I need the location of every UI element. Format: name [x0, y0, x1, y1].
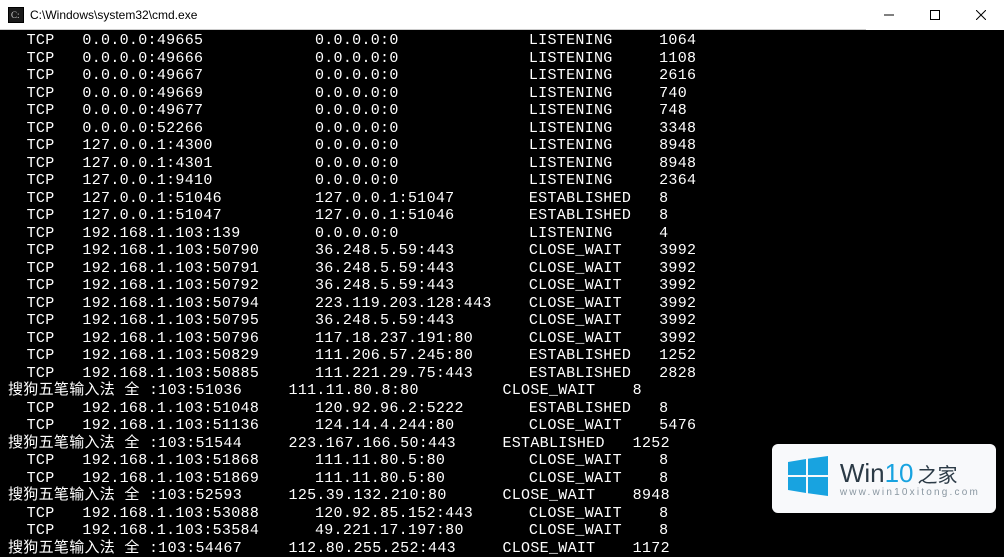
table-row: TCP 0.0.0.0:49666 0.0.0.0:0 LISTENING 11…	[8, 50, 1004, 68]
watermark: Win10之家 www.win10xitong.com	[772, 444, 996, 513]
table-row: TCP 0.0.0.0:49667 0.0.0.0:0 LISTENING 26…	[8, 67, 1004, 85]
table-row: TCP 127.0.0.1:51047 127.0.0.1:51046 ESTA…	[8, 207, 1004, 225]
table-row: TCP 192.168.1.103:53584 49.221.17.197:80…	[8, 522, 1004, 540]
table-row: TCP 0.0.0.0:49677 0.0.0.0:0 LISTENING 74…	[8, 102, 1004, 120]
table-row: TCP 192.168.1.103:50790 36.248.5.59:443 …	[8, 242, 1004, 260]
watermark-brand: Win10之家	[840, 460, 980, 486]
close-button[interactable]	[958, 0, 1004, 30]
table-row: TCP 0.0.0.0:49669 0.0.0.0:0 LISTENING 74…	[8, 85, 1004, 103]
table-row: TCP 192.168.1.103:50885 111.221.29.75:44…	[8, 365, 1004, 383]
table-row: TCP 192.168.1.103:50795 36.248.5.59:443 …	[8, 312, 1004, 330]
table-row: TCP 127.0.0.1:51046 127.0.0.1:51047 ESTA…	[8, 190, 1004, 208]
table-row: TCP 0.0.0.0:49665 0.0.0.0:0 LISTENING 10…	[8, 32, 1004, 50]
table-row: TCP 127.0.0.1:9410 0.0.0.0:0 LISTENING 2…	[8, 172, 1004, 190]
table-row: TCP 192.168.1.103:51048 120.92.96.2:5222…	[8, 400, 1004, 418]
watermark-url: www.win10xitong.com	[840, 488, 980, 498]
windows-logo-icon	[786, 454, 830, 503]
titlebar: C: C:\Windows\system32\cmd.exe	[0, 0, 1004, 30]
table-row: TCP 0.0.0.0:52266 0.0.0.0:0 LISTENING 33…	[8, 120, 1004, 138]
table-row: TCP 192.168.1.103:50796 117.18.237.191:8…	[8, 330, 1004, 348]
table-row: TCP 192.168.1.103:51136 124.14.4.244:80 …	[8, 417, 1004, 435]
table-row: TCP 192.168.1.103:50792 36.248.5.59:443 …	[8, 277, 1004, 295]
window-title: C:\Windows\system32\cmd.exe	[30, 8, 866, 22]
cmd-icon: C:	[8, 7, 24, 23]
table-row: 搜狗五笔输入法 全 :103:54467 112.80.255.252:443 …	[8, 540, 1004, 557]
window-controls	[866, 0, 1004, 29]
svg-text:C:: C:	[11, 10, 20, 20]
maximize-button[interactable]	[912, 0, 958, 30]
table-row: TCP 192.168.1.103:50791 36.248.5.59:443 …	[8, 260, 1004, 278]
table-row: TCP 192.168.1.103:139 0.0.0.0:0 LISTENIN…	[8, 225, 1004, 243]
table-row: TCP 192.168.1.103:50794 223.119.203.128:…	[8, 295, 1004, 313]
minimize-button[interactable]	[866, 0, 912, 30]
table-row: TCP 192.168.1.103:50829 111.206.57.245:8…	[8, 347, 1004, 365]
table-row: TCP 127.0.0.1:4300 0.0.0.0:0 LISTENING 8…	[8, 137, 1004, 155]
table-row: 搜狗五笔输入法 全 :103:51036 111.11.80.8:80 CLOS…	[8, 382, 1004, 400]
table-row: TCP 127.0.0.1:4301 0.0.0.0:0 LISTENING 8…	[8, 155, 1004, 173]
